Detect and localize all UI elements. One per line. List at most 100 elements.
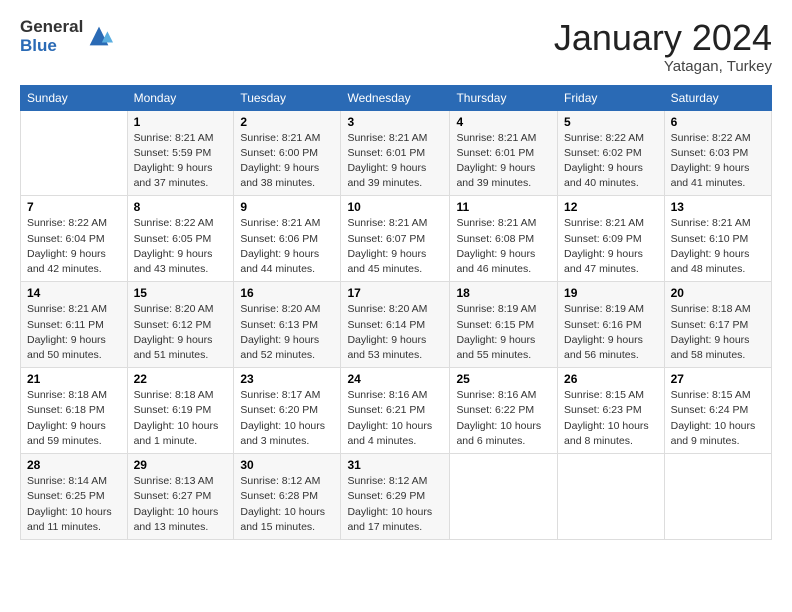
calendar-cell: 16 Sunrise: 8:20 AMSunset: 6:13 PMDayligh… — [234, 282, 341, 368]
calendar-cell: 6 Sunrise: 8:22 AMSunset: 6:03 PMDaylight… — [664, 110, 771, 196]
calendar-cell: 29Sunrise: 8:13 AMSunset: 6:27 PMDayligh… — [127, 454, 234, 540]
day-number: 19 — [564, 286, 658, 300]
calendar-cell: 10 Sunrise: 8:21 AMSunset: 6:07 PMDayligh… — [341, 196, 450, 282]
day-info: Sunrise: 8:22 AMSunset: 6:03 PMDaylight:… — [671, 131, 765, 192]
day-info: Sunrise: 8:20 AMSunset: 6:13 PMDaylight:… — [240, 302, 334, 363]
calendar-cell: 27Sunrise: 8:15 AMSunset: 6:24 PMDayligh… — [664, 368, 771, 454]
day-number: 30 — [240, 458, 334, 472]
day-info: Sunrise: 8:18 AMSunset: 6:17 PMDaylight:… — [671, 302, 765, 363]
calendar-week-row: 14 Sunrise: 8:21 AMSunset: 6:11 PMDayligh… — [21, 282, 772, 368]
calendar-week-row: 21 Sunrise: 8:18 AMSunset: 6:18 PMDayligh… — [21, 368, 772, 454]
calendar-cell: 2 Sunrise: 8:21 AMSunset: 6:00 PMDaylight… — [234, 110, 341, 196]
day-number: 1 — [134, 115, 228, 129]
calendar-cell: 1 Sunrise: 8:21 AMSunset: 5:59 PMDaylight… — [127, 110, 234, 196]
calendar-cell — [664, 454, 771, 540]
day-info: Sunrise: 8:21 AMSunset: 6:09 PMDaylight:… — [564, 216, 658, 277]
weekday-header-tuesday: Tuesday — [234, 85, 341, 110]
day-number: 31 — [347, 458, 443, 472]
day-number: 24 — [347, 372, 443, 386]
day-number: 12 — [564, 200, 658, 214]
day-info: Sunrise: 8:21 AMSunset: 6:01 PMDaylight:… — [347, 131, 443, 192]
day-number: 22 — [134, 372, 228, 386]
day-info: Sunrise: 8:22 AMSunset: 6:05 PMDaylight:… — [134, 216, 228, 277]
calendar-cell: 18 Sunrise: 8:19 AMSunset: 6:15 PMDayligh… — [450, 282, 558, 368]
day-info: Sunrise: 8:21 AMSunset: 6:07 PMDaylight:… — [347, 216, 443, 277]
day-info: Sunrise: 8:22 AMSunset: 6:02 PMDaylight:… — [564, 131, 658, 192]
day-info: Sunrise: 8:20 AMSunset: 6:14 PMDaylight:… — [347, 302, 443, 363]
day-info: Sunrise: 8:15 AMSunset: 6:23 PMDaylight:… — [564, 388, 658, 449]
calendar-cell: 12 Sunrise: 8:21 AMSunset: 6:09 PMDayligh… — [558, 196, 665, 282]
calendar-cell: 19 Sunrise: 8:19 AMSunset: 6:16 PMDayligh… — [558, 282, 665, 368]
day-info: Sunrise: 8:21 AMSunset: 5:59 PMDaylight:… — [134, 131, 228, 192]
calendar-cell: 7Sunrise: 8:22 AMSunset: 6:04 PMDaylight… — [21, 196, 128, 282]
day-number: 13 — [671, 200, 765, 214]
day-info: Sunrise: 8:20 AMSunset: 6:12 PMDaylight:… — [134, 302, 228, 363]
day-number: 18 — [456, 286, 551, 300]
day-info: Sunrise: 8:18 AMSunset: 6:18 PMDaylight:… — [27, 388, 121, 449]
day-number: 28 — [27, 458, 121, 472]
header: General Blue January 2024 Yatagan, Turke… — [20, 18, 772, 75]
logo-icon — [85, 22, 113, 50]
day-info: Sunrise: 8:19 AMSunset: 6:16 PMDaylight:… — [564, 302, 658, 363]
day-number: 25 — [456, 372, 551, 386]
weekday-header-row: SundayMondayTuesdayWednesdayThursdayFrid… — [21, 85, 772, 110]
weekday-header-thursday: Thursday — [450, 85, 558, 110]
day-number: 16 — [240, 286, 334, 300]
day-info: Sunrise: 8:12 AMSunset: 6:29 PMDaylight:… — [347, 474, 443, 535]
day-number: 17 — [347, 286, 443, 300]
title-location: Yatagan, Turkey — [554, 58, 772, 75]
logo-general: General — [20, 18, 83, 37]
day-number: 23 — [240, 372, 334, 386]
day-info: Sunrise: 8:12 AMSunset: 6:28 PMDaylight:… — [240, 474, 334, 535]
page: General Blue January 2024 Yatagan, Turke… — [0, 0, 792, 612]
day-number: 11 — [456, 200, 551, 214]
day-number: 2 — [240, 115, 334, 129]
day-info: Sunrise: 8:18 AMSunset: 6:19 PMDaylight:… — [134, 388, 228, 449]
day-info: Sunrise: 8:21 AMSunset: 6:10 PMDaylight:… — [671, 216, 765, 277]
day-number: 9 — [240, 200, 334, 214]
title-month: January 2024 — [554, 18, 772, 58]
title-block: January 2024 Yatagan, Turkey — [554, 18, 772, 75]
day-number: 10 — [347, 200, 443, 214]
calendar-week-row: 1 Sunrise: 8:21 AMSunset: 5:59 PMDaylight… — [21, 110, 772, 196]
day-info: Sunrise: 8:17 AMSunset: 6:20 PMDaylight:… — [240, 388, 334, 449]
day-number: 26 — [564, 372, 658, 386]
weekday-header-saturday: Saturday — [664, 85, 771, 110]
day-number: 21 — [27, 372, 121, 386]
day-number: 4 — [456, 115, 551, 129]
day-number: 14 — [27, 286, 121, 300]
day-number: 5 — [564, 115, 658, 129]
calendar-cell: 26 Sunrise: 8:15 AMSunset: 6:23 PMDayligh… — [558, 368, 665, 454]
calendar-week-row: 7Sunrise: 8:22 AMSunset: 6:04 PMDaylight… — [21, 196, 772, 282]
logo: General Blue — [20, 18, 113, 55]
weekday-header-monday: Monday — [127, 85, 234, 110]
weekday-header-sunday: Sunday — [21, 85, 128, 110]
calendar-cell: 21 Sunrise: 8:18 AMSunset: 6:18 PMDayligh… — [21, 368, 128, 454]
calendar-cell: 11Sunrise: 8:21 AMSunset: 6:08 PMDayligh… — [450, 196, 558, 282]
day-info: Sunrise: 8:21 AMSunset: 6:06 PMDaylight:… — [240, 216, 334, 277]
day-info: Sunrise: 8:16 AMSunset: 6:22 PMDaylight:… — [456, 388, 551, 449]
day-info: Sunrise: 8:21 AMSunset: 6:11 PMDaylight:… — [27, 302, 121, 363]
calendar-cell: 25 Sunrise: 8:16 AMSunset: 6:22 PMDayligh… — [450, 368, 558, 454]
calendar-cell: 23 Sunrise: 8:17 AMSunset: 6:20 PMDayligh… — [234, 368, 341, 454]
calendar-cell: 24 Sunrise: 8:16 AMSunset: 6:21 PMDayligh… — [341, 368, 450, 454]
calendar-cell: 31 Sunrise: 8:12 AMSunset: 6:29 PMDayligh… — [341, 454, 450, 540]
day-number: 20 — [671, 286, 765, 300]
day-info: Sunrise: 8:15 AMSunset: 6:24 PMDaylight:… — [671, 388, 765, 449]
calendar-week-row: 28 Sunrise: 8:14 AMSunset: 6:25 PMDayligh… — [21, 454, 772, 540]
calendar-cell: 20 Sunrise: 8:18 AMSunset: 6:17 PMDayligh… — [664, 282, 771, 368]
day-number: 6 — [671, 115, 765, 129]
calendar-cell: 13 Sunrise: 8:21 AMSunset: 6:10 PMDayligh… — [664, 196, 771, 282]
calendar-cell: 30 Sunrise: 8:12 AMSunset: 6:28 PMDayligh… — [234, 454, 341, 540]
weekday-header-friday: Friday — [558, 85, 665, 110]
day-number: 3 — [347, 115, 443, 129]
day-info: Sunrise: 8:16 AMSunset: 6:21 PMDaylight:… — [347, 388, 443, 449]
day-info: Sunrise: 8:19 AMSunset: 6:15 PMDaylight:… — [456, 302, 551, 363]
day-info: Sunrise: 8:14 AMSunset: 6:25 PMDaylight:… — [27, 474, 121, 535]
calendar-cell — [450, 454, 558, 540]
day-number: 8 — [134, 200, 228, 214]
calendar-cell: 3 Sunrise: 8:21 AMSunset: 6:01 PMDaylight… — [341, 110, 450, 196]
day-info: Sunrise: 8:21 AMSunset: 6:00 PMDaylight:… — [240, 131, 334, 192]
calendar-table: SundayMondayTuesdayWednesdayThursdayFrid… — [20, 85, 772, 540]
calendar-cell: 4Sunrise: 8:21 AMSunset: 6:01 PMDaylight… — [450, 110, 558, 196]
